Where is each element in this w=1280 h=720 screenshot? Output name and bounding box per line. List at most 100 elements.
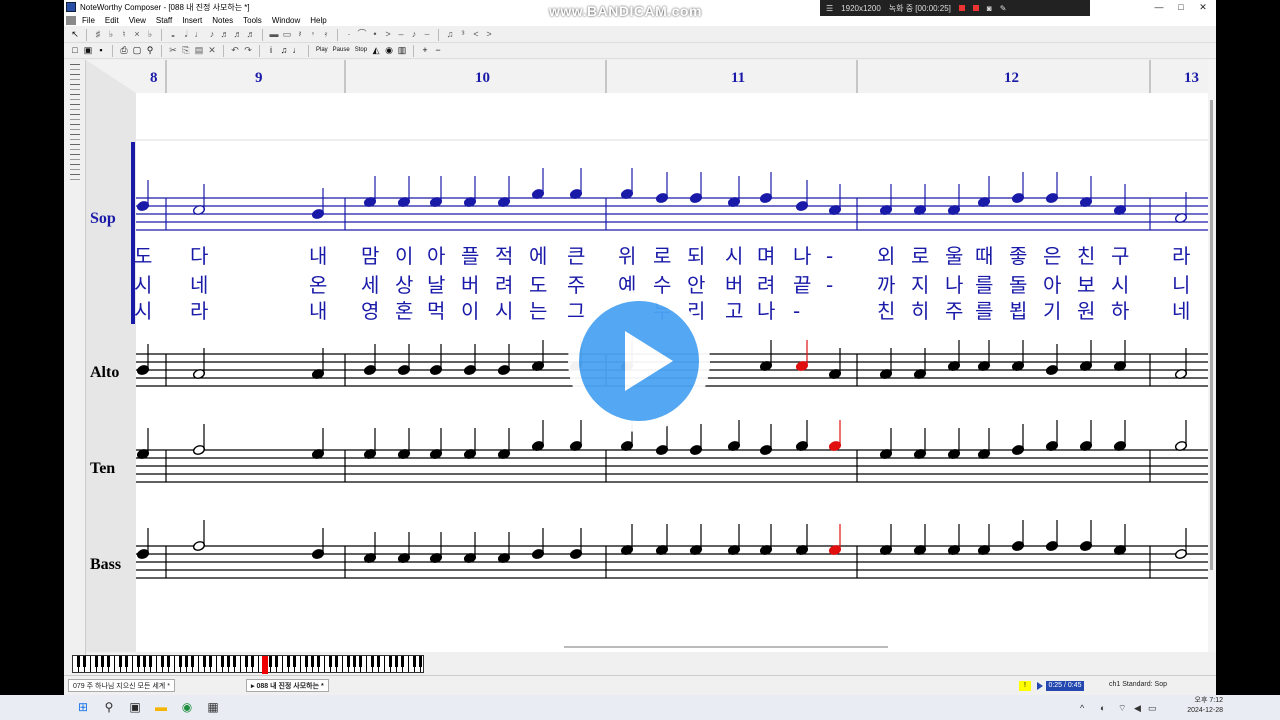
crescendo-icon[interactable]: < [471,29,481,40]
paste-icon[interactable]: ▤ [194,45,204,56]
piano-black-key[interactable] [311,656,314,667]
triplet-icon[interactable]: ³ [458,29,468,40]
sixteenth-rest-icon[interactable]: 𝄿 [321,29,331,40]
piano-black-key[interactable] [209,656,212,667]
piano-black-key[interactable] [95,656,98,667]
menu-staff[interactable]: Staff [156,16,172,25]
sixteenth-note-icon[interactable]: ♬ [220,29,230,40]
doc-tab-079[interactable]: 079 주 하나님 지으신 모든 세계 * [68,679,175,692]
staff-name-alto[interactable]: Alto [90,364,119,381]
battery-icon[interactable]: ▭ [1148,703,1157,714]
tray-app-icon[interactable]: ◐ [1100,703,1105,713]
file-explorer-icon[interactable]: ▬ [154,700,168,714]
pointer-icon[interactable]: ↖ [70,29,80,40]
minimize-button[interactable]: — [1148,0,1170,14]
piano-black-key[interactable] [233,656,236,667]
beam-icon[interactable]: ♫ [445,29,455,40]
dot-icon[interactable]: · [344,29,354,40]
piano-black-key[interactable] [293,656,296,667]
copy-icon[interactable]: ⎘ [181,45,191,56]
open-file-icon[interactable]: ▣ [83,45,93,56]
zoom-out-icon[interactable]: − [433,45,443,56]
piano-black-key[interactable] [401,656,404,667]
thirtysecond-note-icon[interactable]: ♬ [233,29,243,40]
decrescendo-icon[interactable]: > [484,29,494,40]
zoom-in-icon[interactable]: + [420,45,430,56]
piano-black-key[interactable] [377,656,380,667]
sharp-icon[interactable]: ♯ [93,29,103,40]
piano-black-key[interactable] [143,656,146,667]
accent-icon[interactable]: > [383,29,393,40]
staccato-icon[interactable]: • [370,29,380,40]
tray-chevron-icon[interactable]: ^ [1080,703,1084,713]
piano-black-key[interactable] [389,656,392,667]
piano-black-key[interactable] [335,656,338,667]
piano-black-key[interactable] [269,656,272,667]
grace-icon[interactable]: ♪ [409,29,419,40]
piano-black-key[interactable] [329,656,332,667]
menu-edit[interactable]: Edit [105,16,119,25]
stop-button[interactable]: Stop [354,45,368,56]
double-sharp-icon[interactable]: × [132,29,142,40]
tenuto-icon[interactable]: – [396,29,406,40]
piano-black-key[interactable] [317,656,320,667]
key-tool-icon[interactable] [70,74,80,80]
piano-black-key[interactable] [101,656,104,667]
video-play-button[interactable] [568,290,710,432]
piano-black-key[interactable] [125,656,128,667]
tempo-tool-icon[interactable] [70,104,80,110]
piano-keyboard[interactable] [72,655,424,674]
recorder-menu-icon[interactable]: ☰ [826,4,833,13]
staff-name-sop[interactable]: Sop [90,210,116,227]
recorder-pen-icon[interactable]: ✎ [1000,4,1007,13]
taskbar-clock[interactable]: 오후 7:12 2024-12-28 [1163,696,1223,716]
flat-icon[interactable]: ♭ [106,29,116,40]
print-icon[interactable]: ⎙ [119,45,129,56]
mixer-icon[interactable]: ▥ [397,45,407,56]
text-tool-icon[interactable] [70,134,80,140]
staff-name-bass[interactable]: Bass [90,556,121,573]
piano-black-key[interactable] [395,656,398,667]
delete-icon[interactable]: ✕ [207,45,217,56]
piano-black-key[interactable] [419,656,422,667]
new-file-icon[interactable]: □ [70,45,80,56]
piano-black-key[interactable] [149,656,152,667]
menu-window[interactable]: Window [272,16,300,25]
piano-black-key[interactable] [77,656,80,667]
chrome-icon[interactable]: ◉ [180,700,194,714]
cut-icon[interactable]: ✂ [168,45,178,56]
metronome-icon[interactable]: ◭ [371,45,381,56]
spacer-tool-icon[interactable] [70,164,80,170]
half-note-icon[interactable]: 𝅗𝅥 [181,29,191,40]
lyrics-icon[interactable]: ♩ [292,45,302,56]
piano-black-key[interactable] [179,656,182,667]
piano-black-key[interactable] [413,656,416,667]
ending-tool-icon[interactable] [70,174,80,180]
horizontal-scroll-indicator[interactable] [564,646,888,648]
dynamic-tool-icon[interactable] [70,114,80,120]
patch-tool-icon[interactable] [70,154,80,160]
piano-black-key[interactable] [227,656,230,667]
clef-tool-icon[interactable] [70,64,80,70]
undo-icon[interactable]: ↶ [230,45,240,56]
recorder-stop-icon[interactable] [972,5,979,11]
doc-tab-088[interactable]: ▸ 088 내 진정 사모하는 * [246,679,329,692]
double-flat-icon[interactable]: ♭ [145,29,155,40]
piano-black-key[interactable] [287,656,290,667]
recorder-pause-icon[interactable] [958,5,965,11]
start-icon[interactable]: ⊞ [76,700,90,714]
piano-black-key[interactable] [83,656,86,667]
menu-tools[interactable]: Tools [243,16,262,25]
staff-properties-icon[interactable]: ♫ [279,45,289,56]
piano-black-key[interactable] [161,656,164,667]
print-preview-icon[interactable]: ▢ [132,45,142,56]
menu-help[interactable]: Help [310,16,326,25]
redo-icon[interactable]: ↷ [243,45,253,56]
eighth-rest-icon[interactable]: 𝄾 [308,29,318,40]
whole-note-icon[interactable]: 𝅝 [168,29,178,40]
piano-black-key[interactable] [347,656,350,667]
menu-file[interactable]: File [82,16,95,25]
task-view-icon[interactable]: ▣ [128,700,142,714]
piano-black-key[interactable] [119,656,122,667]
play-button[interactable]: Play [315,45,329,56]
